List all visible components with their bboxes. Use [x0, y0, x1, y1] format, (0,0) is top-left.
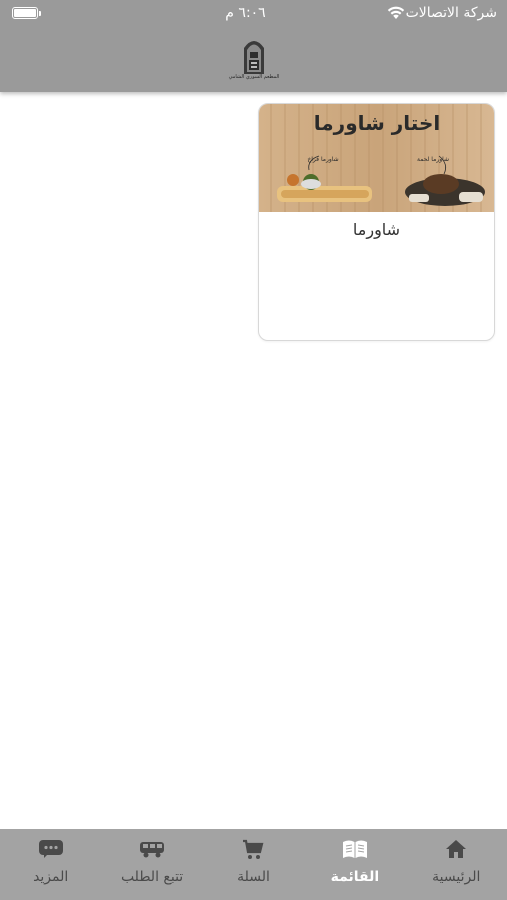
app-header: ٦:٠٦ م شركة الاتصالات المطعم السوري الشا… [0, 0, 507, 92]
bottom-tab-bar: الرئيسية القائمة السلة تتبع الطلب المزيد [0, 829, 507, 900]
cart-icon [243, 839, 264, 859]
menu-category-title: شاورما [352, 220, 401, 239]
tab-cart[interactable]: السلة [203, 829, 304, 900]
delivery-truck-icon [140, 842, 165, 858]
image-heading: اختار شاورما [314, 111, 440, 135]
tab-more[interactable]: المزيد [0, 829, 101, 900]
tab-track-order-label: تتبع الطلب [120, 869, 184, 885]
shawarma-category-image: اختار شاورما شاورما فراخ شاورما لحمة [259, 104, 494, 212]
status-bar: ٦:٠٦ م شركة الاتصالات [0, 0, 507, 28]
tab-menu-label: القائمة [330, 869, 380, 885]
tab-home[interactable]: الرئيسية [406, 829, 507, 900]
menu-category-card[interactable]: اختار شاورما شاورما فراخ شاورما لحمة شاو… [258, 103, 495, 341]
tab-home-label: الرئيسية [432, 869, 481, 885]
tab-cart-label: السلة [237, 869, 270, 885]
wifi-icon [387, 6, 405, 19]
menu-book-icon [342, 840, 367, 858]
more-chat-icon [38, 840, 63, 858]
app-screen: ٦:٠٦ م شركة الاتصالات المطعم السوري الشا… [0, 0, 507, 900]
tab-more-label: المزيد [33, 869, 69, 885]
status-time-text: ٦:٠٦ م [225, 5, 266, 21]
logo-caption: المطعم السوري الشامي [228, 74, 280, 80]
tab-track-order[interactable]: تتبع الطلب [101, 829, 202, 900]
tab-menu[interactable]: القائمة [304, 829, 405, 900]
home-icon [446, 840, 467, 858]
carrier-name: شركة الاتصالات [405, 5, 497, 21]
